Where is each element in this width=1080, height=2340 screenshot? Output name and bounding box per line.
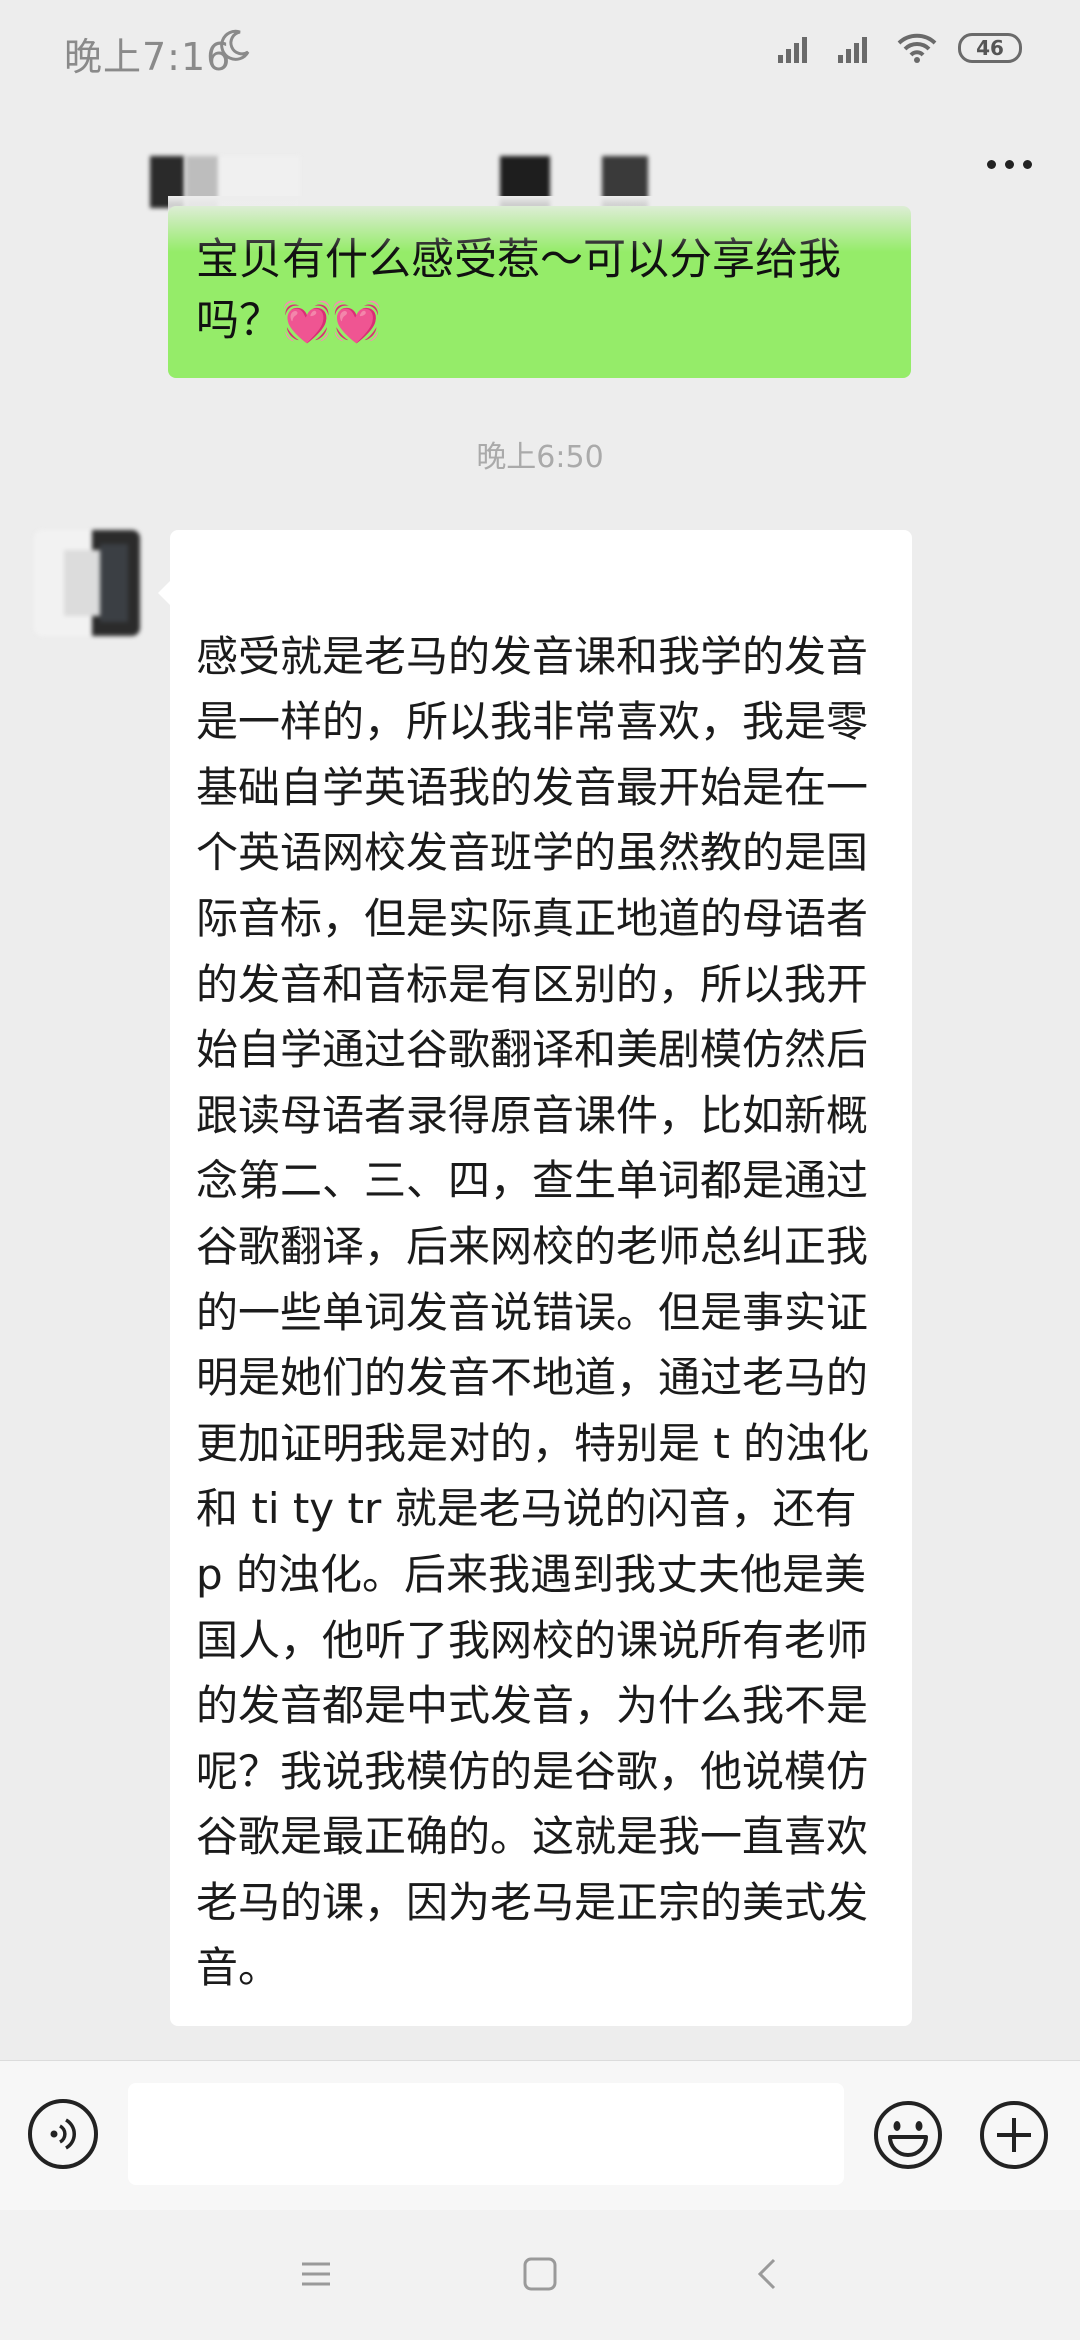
incoming-message-text: 感受就是老马的发音课和我学的发音是一样的，所以我非常喜欢，我是零基础自学英语我的… bbox=[196, 631, 870, 1993]
status-bar: 晚上7:16 46 bbox=[0, 0, 1080, 110]
home-icon[interactable] bbox=[520, 2254, 560, 2294]
signal-icon bbox=[778, 37, 807, 63]
message-input[interactable] bbox=[128, 2083, 844, 2185]
status-time: 晚上7:16 bbox=[64, 35, 232, 79]
incoming-message: 感受就是老马的发音课和我学的发音是一样的，所以我非常喜欢，我是零基础自学英语我的… bbox=[170, 530, 912, 2026]
input-bar bbox=[0, 2060, 1080, 2211]
message-timestamp: 晚上6:50 bbox=[476, 440, 604, 475]
battery-icon: 46 bbox=[958, 33, 1022, 63]
status-icons: 46 bbox=[776, 32, 1022, 64]
moon-icon bbox=[220, 29, 250, 61]
wifi-icon bbox=[897, 33, 937, 63]
emoji-icon[interactable] bbox=[872, 2099, 944, 2171]
battery-level: 46 bbox=[976, 36, 1004, 60]
avatar[interactable] bbox=[34, 530, 140, 636]
voice-icon[interactable] bbox=[28, 2099, 98, 2169]
more-icon[interactable] bbox=[987, 160, 1032, 169]
system-nav-bar bbox=[0, 2210, 1080, 2340]
scroll-fade bbox=[168, 196, 911, 252]
menu-icon[interactable] bbox=[296, 2254, 336, 2294]
signal-icon bbox=[838, 37, 867, 63]
back-icon[interactable] bbox=[748, 2254, 788, 2294]
heart-emoji: 💓💓 bbox=[282, 299, 382, 345]
add-icon[interactable] bbox=[978, 2099, 1050, 2171]
